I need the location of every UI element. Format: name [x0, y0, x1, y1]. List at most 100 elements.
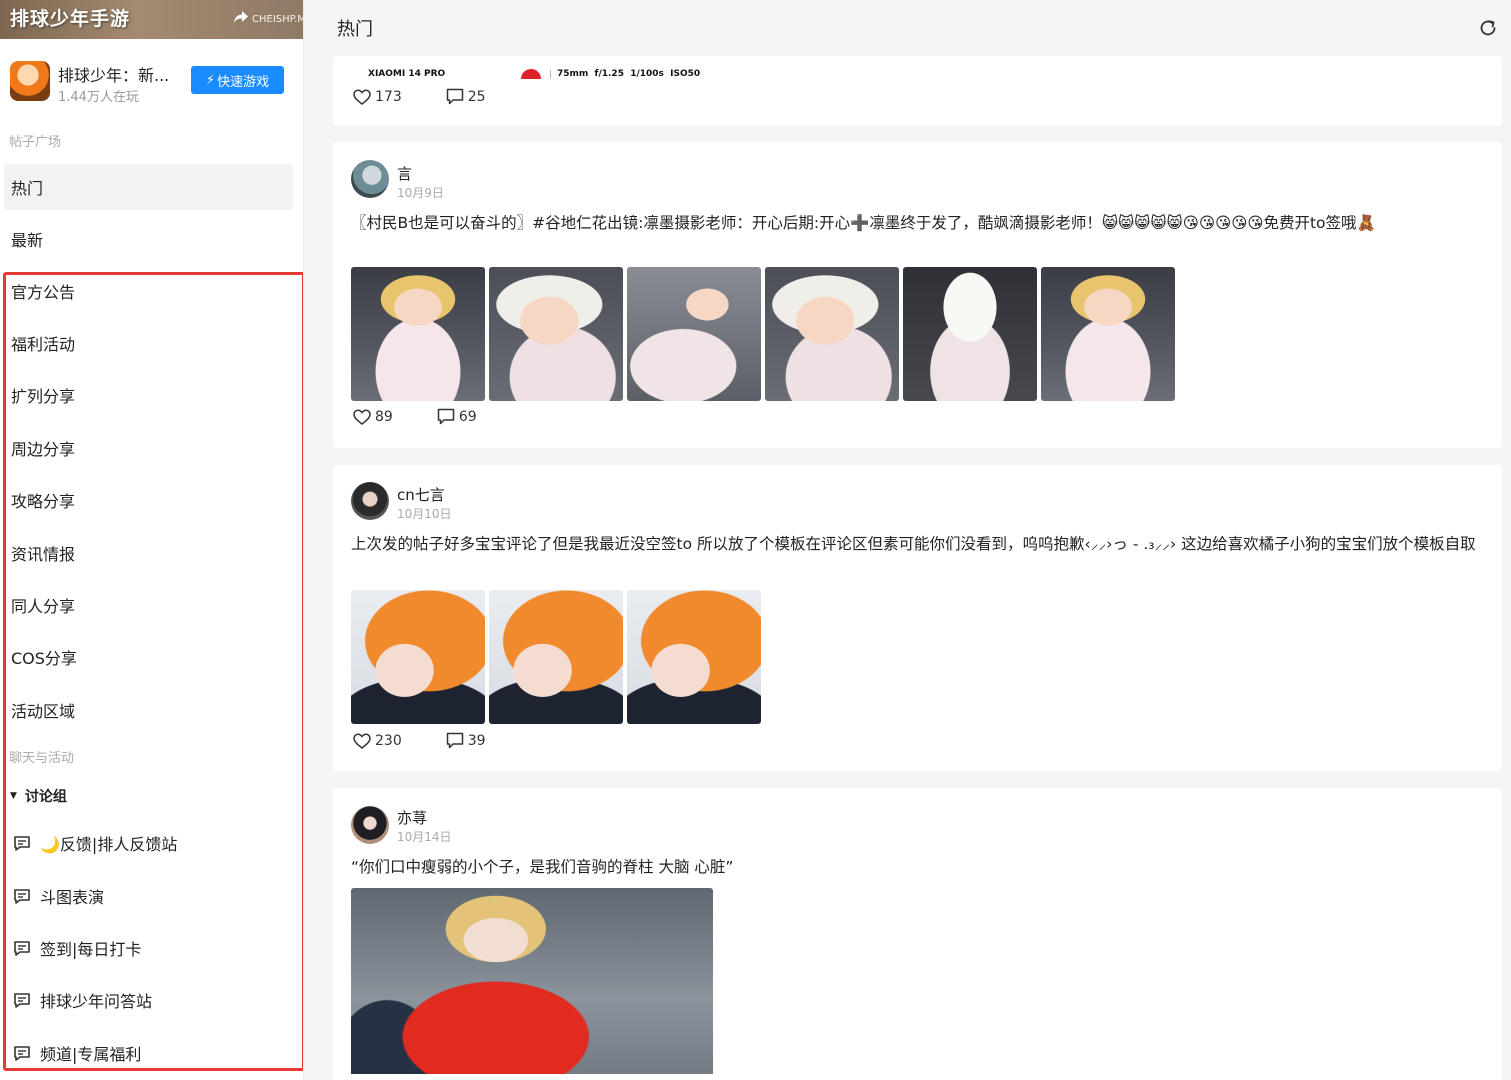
discussion-group-label: 讨论组: [24, 789, 67, 805]
chat-bubble-icon: [14, 836, 30, 851]
nav-item-merch[interactable]: 周边分享: [4, 425, 293, 471]
author-avatar[interactable]: [351, 482, 389, 520]
nav-item-news[interactable]: 资讯情报: [4, 530, 293, 576]
post-image[interactable]: [765, 267, 899, 401]
post-text[interactable]: 〖村民B也是可以奋斗的〗#谷地仁花出镜:凛墨摄影老师：开心后期:开心➕凛墨终于发…: [351, 210, 1476, 236]
post-images: [351, 267, 1175, 401]
discussion-group-toggle[interactable]: ▼ 讨论组: [10, 784, 67, 808]
like-button[interactable]: 173: [353, 89, 402, 105]
comment-button[interactable]: 69: [437, 408, 477, 425]
exif-params: 75mm f/1.25 1/100s ISO50: [557, 69, 701, 79]
nav-item-friends[interactable]: 扩列分享: [4, 372, 293, 418]
author-name[interactable]: cn七言: [397, 484, 445, 505]
comment-button[interactable]: 25: [446, 88, 486, 105]
game-players-count: 1.44万人在玩: [58, 90, 139, 105]
author-name[interactable]: 言: [397, 163, 412, 184]
like-count: 173: [375, 88, 402, 105]
lightning-icon: ⚡: [205, 72, 216, 88]
nav-item-fanart[interactable]: 同人分享: [4, 582, 293, 628]
comment-icon: [437, 408, 455, 425]
post-image[interactable]: [351, 590, 485, 724]
channel-benefits[interactable]: 频道|专属福利: [4, 1030, 293, 1076]
nav-item-label: 热门: [11, 179, 44, 198]
page-title: 热门: [337, 19, 373, 40]
channel-feedback[interactable]: 🌙反馈|排人反馈站: [4, 820, 293, 866]
post-stats: 173 25: [353, 88, 486, 105]
heart-icon: [353, 89, 371, 105]
game-avatar[interactable]: [10, 61, 50, 101]
comment-icon: [446, 88, 463, 105]
nav-item-label: 活动区域: [11, 702, 76, 721]
brand-dot: [521, 69, 541, 79]
nav-item-label: 同人分享: [11, 597, 76, 616]
nav-item-label: 资讯情报: [11, 545, 76, 564]
post-card[interactable]: XIAOMI 14 PRO 75mm f/1.25 1/100s ISO50 1…: [333, 56, 1502, 126]
nav-item-label: COS分享: [11, 649, 77, 668]
post-date: 10月9日: [397, 186, 444, 200]
chat-bubble-icon: [14, 941, 30, 956]
post-image[interactable]: [903, 267, 1037, 401]
exif-device: XIAOMI 14 PRO: [368, 69, 446, 79]
post-text[interactable]: 上次发的帖子好多宝宝评论了但是我最近没空签to 所以放了个模板在评论区但素可能你…: [351, 531, 1476, 557]
nav-item-guides[interactable]: 攻略分享: [4, 477, 293, 523]
nav-item-label: 福利活动: [11, 335, 76, 354]
game-banner[interactable]: 排球少年手游 CHEISHP.M: [0, 0, 303, 39]
banner-title: 排球少年手游: [10, 8, 131, 30]
nav-item-welfare[interactable]: 福利活动: [4, 320, 293, 366]
nav-item-label: 周边分享: [11, 440, 76, 459]
section-label-chat: 聊天与活动: [9, 751, 75, 766]
channel-label: 🌙反馈|排人反馈站: [40, 835, 178, 854]
post-image[interactable]: [351, 267, 485, 401]
share-icon[interactable]: [232, 8, 250, 26]
like-count: 230: [375, 732, 402, 749]
post-image[interactable]: [489, 267, 623, 401]
nav-item-label: 攻略分享: [11, 492, 76, 511]
refresh-icon[interactable]: [1477, 17, 1499, 39]
channel-label: 签到|每日打卡: [40, 940, 142, 959]
post-image[interactable]: [351, 888, 713, 1074]
nav-item-announcements[interactable]: 官方公告: [4, 268, 293, 314]
post-image[interactable]: [1041, 267, 1175, 401]
like-count: 89: [375, 408, 393, 425]
channel-meme[interactable]: 斗图表演: [4, 873, 293, 919]
post-image[interactable]: [489, 590, 623, 724]
like-button[interactable]: 89: [353, 409, 393, 425]
caret-down-icon: ▼: [10, 791, 17, 801]
like-button[interactable]: 230: [353, 733, 402, 749]
nav-item-hot[interactable]: 热门: [4, 164, 293, 210]
channel-label: 频道|专属福利: [40, 1045, 142, 1064]
main-feed: 热门 XIAOMI 14 PRO 75mm f/1.25 1/100s ISO5…: [304, 0, 1511, 1080]
post-stats: 230 39: [353, 732, 486, 749]
post-text[interactable]: “你们口中瘦弱的小个子，是我们音驹的脊柱 大脑 心脏”: [351, 854, 1476, 880]
author-avatar[interactable]: [351, 160, 389, 198]
nav-item-label: 最新: [11, 231, 44, 250]
heart-icon: [353, 409, 371, 425]
post-image[interactable]: [627, 267, 761, 401]
main-header: 热门: [304, 0, 1511, 52]
game-name[interactable]: 排球少年：新...: [58, 62, 169, 86]
channel-label: 斗图表演: [40, 888, 105, 907]
nav-item-cos[interactable]: COS分享: [4, 634, 293, 680]
channel-label: 排球少年问答站: [40, 992, 153, 1011]
post-stats: 89 69: [353, 408, 477, 425]
quick-play-button[interactable]: ⚡ 快速游戏: [191, 66, 284, 94]
nav-item-events[interactable]: 活动区域: [4, 687, 293, 733]
post-card[interactable]: 言 10月9日 〖村民B也是可以奋斗的〗#谷地仁花出镜:凛墨摄影老师：开心后期:…: [333, 142, 1502, 448]
nav-item-label: 扩列分享: [11, 387, 76, 406]
post-images: [351, 590, 761, 724]
channel-qa[interactable]: 排球少年问答站: [4, 977, 293, 1023]
nav-item-latest[interactable]: 最新: [4, 216, 293, 262]
post-card[interactable]: cn七言 10月10日 上次发的帖子好多宝宝评论了但是我最近没空签to 所以放了…: [333, 465, 1502, 771]
post-image[interactable]: [627, 590, 761, 724]
nav-item-label: 官方公告: [11, 283, 76, 302]
comment-button[interactable]: 39: [446, 732, 486, 749]
post-card[interactable]: 亦荨 10月14日 “你们口中瘦弱的小个子，是我们音驹的脊柱 大脑 心脏”: [333, 788, 1502, 1080]
banner-tag: CHEISHP.M: [252, 14, 303, 25]
author-avatar[interactable]: [351, 806, 389, 844]
sidebar: 排球少年手游 CHEISHP.M 排球少年：新... 1.44万人在玩 ⚡ 快速…: [0, 0, 304, 1080]
quick-play-label: 快速游戏: [217, 74, 270, 90]
channel-checkin[interactable]: 签到|每日打卡: [4, 925, 293, 971]
author-name[interactable]: 亦荨: [397, 807, 427, 828]
comment-count: 25: [467, 88, 486, 105]
heart-icon: [353, 733, 371, 749]
